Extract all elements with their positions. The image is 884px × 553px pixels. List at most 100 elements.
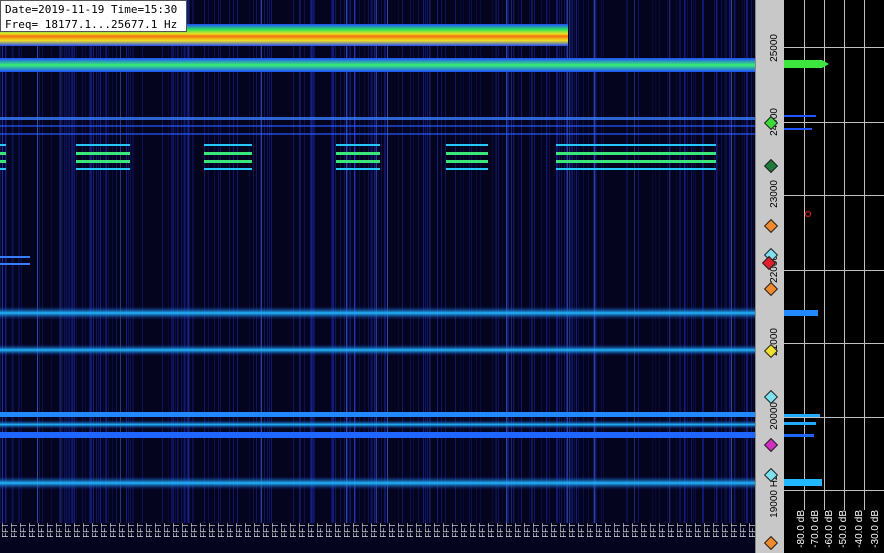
noise-line [93,0,94,523]
time-tick-label: FFT [55,523,64,538]
noise-line [183,0,184,523]
noise-line [293,0,294,523]
time-tick-label: FFT [496,523,505,538]
noise-line [626,0,627,523]
time-tick-label: FFT [478,523,487,538]
noise-line [559,0,560,523]
time-tick-label: FFT [541,523,550,538]
frequency-axis[interactable]: 25000 24000 23000 22000 21000 20000 1900… [755,0,784,553]
time-tick-label: FFT [271,523,280,538]
noise-line [13,0,14,523]
noise-line [346,0,347,523]
signal-band-green [0,58,755,72]
info-freq-range: Freq= 18177.1...25677.1 Hz [5,18,178,31]
time-tick-label: FFT [91,523,100,538]
noise-line [680,0,681,523]
noise-line [495,0,496,523]
noise-line [193,0,194,523]
noise-line [561,0,562,523]
time-tick-label: FFT [343,523,352,538]
darkgreen-diamond-icon[interactable] [763,158,779,174]
noise-line [402,0,403,523]
signal-band-blue [0,420,755,429]
burst-packet [76,152,130,155]
magenta-diamond-icon[interactable] [763,437,779,453]
noise-line [82,0,83,523]
noise-line [267,0,268,523]
time-tick-label: FFT [613,523,622,538]
noise-line [349,0,350,523]
noise-line [506,0,507,523]
noise-line [583,0,584,523]
noise-line [332,0,333,523]
time-tick-label: FFT [307,523,316,538]
time-tick-label: FFT [208,523,217,538]
noise-line [730,0,731,523]
noise-line [655,0,656,523]
noise-line [384,0,385,523]
noise-line [566,0,567,523]
burst-packet [0,160,6,163]
time-tick-label: FFT [505,523,514,538]
noise-line [260,0,261,523]
noise-line [724,0,725,523]
time-tick-label: FFT [235,523,244,538]
noise-line [18,0,19,523]
noise-line [378,0,379,523]
time-tick-label: FFT [262,523,271,538]
burst-packet [76,160,130,163]
time-tick-label: FFT [127,523,136,538]
burst-packet [556,168,716,170]
noise-line [105,0,106,523]
noise-line [429,0,430,523]
orange-diamond-icon[interactable] [763,281,779,297]
noise-line [300,0,301,523]
time-tick-label: FFT [163,523,172,538]
noise-line [19,0,20,523]
burst-packet [0,144,6,146]
time-tick-label: FFT [280,523,289,538]
burst-packet [0,152,6,155]
noise-line [261,0,262,523]
noise-line [476,0,477,523]
noise-line [6,0,7,523]
noise-line [256,0,257,523]
noise-line [271,0,272,523]
time-tick-label: FFT [586,523,595,538]
spectrogram-waterfall[interactable]: Date=2019-11-19 Time=15:30 Freq= 18177.1… [0,0,755,523]
time-tick-label: FFT [82,523,91,538]
noise-line [529,0,530,523]
noise-line [214,0,215,523]
time-tick-label: FFT [145,523,154,538]
spectrum-panel[interactable]: -80.0 dB -70.0 dB -60.0 dB -50.0 dB -40.… [784,0,884,553]
noise-line [103,0,104,523]
noise-line [371,0,372,523]
info-box: Date=2019-11-19 Time=15:30 Freq= 18177.1… [0,0,187,32]
noise-line [67,0,68,523]
noise-line [588,0,589,523]
noise-line [68,0,69,523]
noise-line [430,0,431,523]
burst-packet [336,160,380,163]
noise-vertical-lines [0,0,754,523]
noise-line [753,0,754,523]
noise-line [133,0,134,523]
time-tick-label: FFT [352,523,361,538]
orange-diamond-icon[interactable] [763,218,779,234]
noise-line [596,0,597,523]
freq-tick-label: 20000 [769,402,780,430]
noise-line [746,0,747,523]
noise-line [574,0,575,523]
noise-line [725,0,726,523]
burst-packet [556,152,716,155]
noise-line [695,0,696,523]
burst-packet [336,152,380,155]
noise-line [670,0,671,523]
burst-packet [446,144,488,146]
db-tick-label: -50.0 dB [838,510,849,548]
noise-line [359,0,360,523]
time-tick-label: FFT [514,523,523,538]
orange-diamond-icon[interactable] [763,535,779,551]
noise-line [335,0,336,523]
noise-line [126,0,127,523]
